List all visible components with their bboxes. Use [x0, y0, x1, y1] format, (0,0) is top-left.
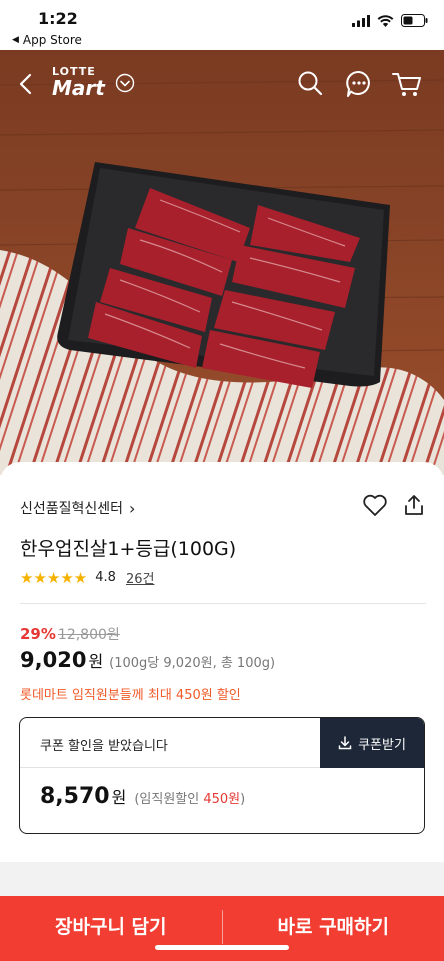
- status-bar: 1:22 ◀ App Store: [0, 0, 444, 50]
- chevron-down-icon[interactable]: [115, 73, 135, 93]
- review-count-link[interactable]: 26건: [126, 568, 155, 587]
- cart-icon[interactable]: [391, 69, 423, 99]
- product-info-sheet: 신선품질혁신센터 › 한우업진살1+등급(100G) ★★★★★ 4.8 26건…: [0, 462, 444, 902]
- back-arrow-icon[interactable]: [14, 70, 38, 98]
- get-coupon-button[interactable]: 쿠폰받기: [320, 718, 424, 768]
- coupon-header: 쿠폰 할인을 받았습니다 쿠폰받기: [20, 718, 424, 768]
- discount-percent: 29%: [20, 625, 56, 643]
- section-gap: [0, 862, 444, 896]
- price-currency: 원: [88, 652, 104, 671]
- signal-icon: [352, 14, 370, 27]
- chat-icon[interactable]: [344, 69, 374, 99]
- note-amount: 450원: [203, 792, 241, 807]
- download-icon: [338, 736, 352, 750]
- final-price-row: 8,570 원 (임직원할인 450원): [40, 784, 245, 809]
- share-icon[interactable]: [402, 493, 426, 517]
- final-price: 8,570: [40, 784, 110, 809]
- get-coupon-label: 쿠폰받기: [358, 737, 406, 753]
- employee-discount-note: 롯데마트 임직원분들께 최대 450원 할인: [20, 688, 241, 703]
- original-price: 12,800원: [57, 627, 120, 643]
- note-suffix: ): [240, 792, 246, 807]
- home-indicator: [155, 945, 289, 950]
- logo-bottom: Mart: [52, 76, 105, 100]
- note-prefix: (임직원할인: [134, 792, 204, 807]
- back-to-app-store[interactable]: ◀ App Store: [12, 33, 82, 47]
- battery-icon: [401, 14, 428, 27]
- lotte-mart-logo[interactable]: LOTTE Mart: [52, 66, 105, 98]
- coupon-message: 쿠폰 할인을 받았습니다: [40, 739, 168, 754]
- wifi-icon: [377, 14, 394, 27]
- coupon-box: 쿠폰 할인을 받았습니다 쿠폰받기 8,570 원 (임직원할인 450원): [19, 717, 425, 834]
- final-currency: 원: [111, 788, 127, 807]
- buy-now-button[interactable]: 바로 구매하기: [223, 896, 444, 961]
- seller-link[interactable]: 신선품질혁신센터 ›: [20, 498, 135, 518]
- back-app-label: App Store: [22, 33, 82, 47]
- triangle-left-icon: ◀: [12, 35, 19, 45]
- unit-price-note: (100g당 9,020원, 총 100g): [109, 656, 276, 671]
- search-icon[interactable]: [296, 69, 324, 97]
- chevron-right-icon: ›: [129, 498, 136, 518]
- discount-row: 29% 12,800원: [20, 624, 120, 644]
- price-row: 9,020 원 (100g당 9,020원, 총 100g): [20, 648, 275, 672]
- seller-name: 신선품질혁신센터: [20, 501, 124, 517]
- add-to-cart-button[interactable]: 장바구니 담기: [0, 896, 222, 961]
- product-image[interactable]: [0, 50, 444, 475]
- rating-score: 4.8: [95, 570, 116, 585]
- bottom-action-bar: 장바구니 담기 바로 구매하기: [0, 896, 444, 961]
- status-icons: [352, 14, 428, 27]
- rating-row[interactable]: ★★★★★ 4.8 26건: [20, 568, 155, 588]
- product-title: 한우업진살1+등급(100G): [20, 538, 237, 560]
- star-rating-icon: ★★★★★: [20, 568, 88, 587]
- product-photo: [0, 50, 444, 475]
- divider: [20, 603, 426, 604]
- final-price-note: (임직원할인 450원): [134, 788, 245, 807]
- heart-icon[interactable]: [362, 493, 388, 517]
- sale-price: 9,020: [20, 648, 87, 672]
- status-time: 1:22: [38, 9, 78, 28]
- header-nav: LOTTE Mart: [0, 58, 444, 108]
